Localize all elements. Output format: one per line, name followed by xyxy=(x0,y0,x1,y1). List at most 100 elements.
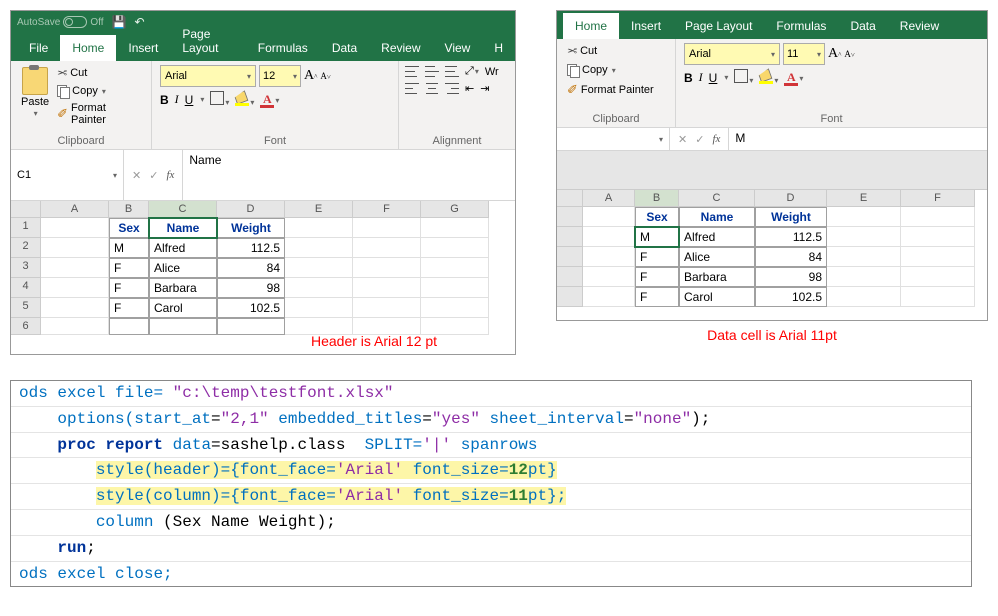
table-header[interactable]: Name xyxy=(149,218,217,238)
row-header[interactable] xyxy=(557,207,583,227)
indent-inc-button[interactable]: ⇥ xyxy=(480,82,489,95)
cell[interactable]: Alfred xyxy=(679,227,755,247)
format-painter-button[interactable]: ✐Format Painter xyxy=(565,81,656,99)
col-header[interactable]: B xyxy=(635,190,679,207)
cell[interactable]: 98 xyxy=(755,267,827,287)
tab-data[interactable]: Data xyxy=(838,13,887,39)
italic-button[interactable]: I xyxy=(699,70,703,85)
cell[interactable]: 84 xyxy=(217,258,285,278)
cell[interactable] xyxy=(353,278,421,298)
col-header[interactable]: E xyxy=(285,201,353,218)
cell[interactable] xyxy=(285,218,353,238)
col-header[interactable]: D xyxy=(755,190,827,207)
cell[interactable]: Alice xyxy=(149,258,217,278)
cell[interactable] xyxy=(149,318,217,335)
cut-button[interactable]: ✂Cut xyxy=(55,65,143,81)
autosave-toggle[interactable]: AutoSave Off xyxy=(17,16,104,28)
cell[interactable] xyxy=(41,218,109,238)
fx-icon[interactable]: fx xyxy=(166,169,174,181)
cell[interactable] xyxy=(827,267,901,287)
cell[interactable]: Barbara xyxy=(679,267,755,287)
cell[interactable] xyxy=(901,247,975,267)
cell[interactable] xyxy=(353,218,421,238)
cell[interactable]: M xyxy=(109,238,149,258)
tab-home[interactable]: Home xyxy=(563,13,619,39)
cell[interactable]: M xyxy=(635,227,679,247)
tab-view[interactable]: View xyxy=(433,35,483,61)
cell[interactable]: F xyxy=(635,247,679,267)
row-header[interactable]: 3 xyxy=(11,258,41,278)
table-header[interactable]: Weight xyxy=(217,218,285,238)
select-all-corner[interactable] xyxy=(557,190,583,207)
underline-button[interactable]: U xyxy=(185,93,194,107)
cell[interactable] xyxy=(353,258,421,278)
font-size-combo[interactable]: 12▾ xyxy=(259,65,301,87)
font-size-combo[interactable]: 11▾ xyxy=(783,43,825,65)
italic-button[interactable]: I xyxy=(175,92,179,107)
grow-font-button[interactable]: A^ xyxy=(828,46,841,62)
row-header[interactable]: 1 xyxy=(11,218,41,238)
cell[interactable]: F xyxy=(635,287,679,307)
cell[interactable]: Alice xyxy=(679,247,755,267)
cell[interactable] xyxy=(421,298,489,318)
enter-icon[interactable]: ✓ xyxy=(695,133,704,146)
grow-font-button[interactable]: A^ xyxy=(304,68,317,84)
borders-button[interactable]: ▾ xyxy=(210,91,229,108)
cell[interactable] xyxy=(827,227,901,247)
tab-review[interactable]: Review xyxy=(369,35,432,61)
save-icon[interactable]: 💾 xyxy=(112,15,127,29)
enter-icon[interactable]: ✓ xyxy=(149,169,158,182)
underline-button[interactable]: U xyxy=(709,71,718,85)
row-header[interactable]: 4 xyxy=(11,278,41,298)
cell[interactable] xyxy=(583,227,635,247)
cell[interactable]: 98 xyxy=(217,278,285,298)
align-right-icon[interactable] xyxy=(445,83,459,94)
cell[interactable] xyxy=(827,287,901,307)
cell[interactable] xyxy=(583,267,635,287)
cell[interactable]: 84 xyxy=(755,247,827,267)
cell[interactable] xyxy=(41,278,109,298)
cell[interactable] xyxy=(421,218,489,238)
indent-dec-button[interactable]: ⇤ xyxy=(465,82,474,95)
cell[interactable] xyxy=(583,247,635,267)
cell[interactable] xyxy=(583,207,635,227)
cell[interactable]: 102.5 xyxy=(217,298,285,318)
tab-pagelayout[interactable]: Page Layout xyxy=(170,21,245,61)
cut-button[interactable]: ✂Cut xyxy=(565,43,656,59)
col-header[interactable]: B xyxy=(109,201,149,218)
borders-button[interactable]: ▾ xyxy=(734,69,753,86)
row-header[interactable] xyxy=(557,227,583,247)
row-header[interactable]: 6 xyxy=(11,318,41,335)
cell[interactable] xyxy=(285,278,353,298)
row-header[interactable] xyxy=(557,247,583,267)
cell[interactable] xyxy=(421,238,489,258)
cell[interactable] xyxy=(583,287,635,307)
cell[interactable] xyxy=(827,207,901,227)
orientation-button[interactable]: ⤢▾ xyxy=(465,65,479,78)
formula-bar[interactable]: M xyxy=(728,128,987,150)
formula-bar[interactable]: Name xyxy=(182,150,515,200)
cell[interactable]: 112.5 xyxy=(217,238,285,258)
cell[interactable] xyxy=(901,207,975,227)
row-header[interactable]: 5 xyxy=(11,298,41,318)
tab-insert[interactable]: Insert xyxy=(619,13,673,39)
copy-button[interactable]: Copy▾ xyxy=(565,63,656,77)
cancel-icon[interactable]: ✕ xyxy=(678,133,687,146)
paste-button[interactable]: Paste ▾ xyxy=(19,65,51,127)
row-header[interactable]: 2 xyxy=(11,238,41,258)
tab-pagelayout[interactable]: Page Layout xyxy=(673,13,764,39)
cell[interactable]: F xyxy=(109,298,149,318)
cell[interactable] xyxy=(109,318,149,335)
tab-insert[interactable]: Insert xyxy=(116,35,170,61)
row-header[interactable] xyxy=(557,267,583,287)
tab-home[interactable]: Home xyxy=(60,35,116,61)
font-name-combo[interactable]: Arial▾ xyxy=(160,65,256,87)
cell[interactable] xyxy=(901,287,975,307)
name-box[interactable]: ▾ xyxy=(557,128,670,150)
cell[interactable] xyxy=(41,298,109,318)
copy-button[interactable]: Copy▾ xyxy=(55,84,143,98)
cell[interactable]: 112.5 xyxy=(755,227,827,247)
font-color-button[interactable]: A▾ xyxy=(784,70,803,85)
cell[interactable] xyxy=(901,227,975,247)
shrink-font-button[interactable]: A˅ xyxy=(844,49,854,59)
